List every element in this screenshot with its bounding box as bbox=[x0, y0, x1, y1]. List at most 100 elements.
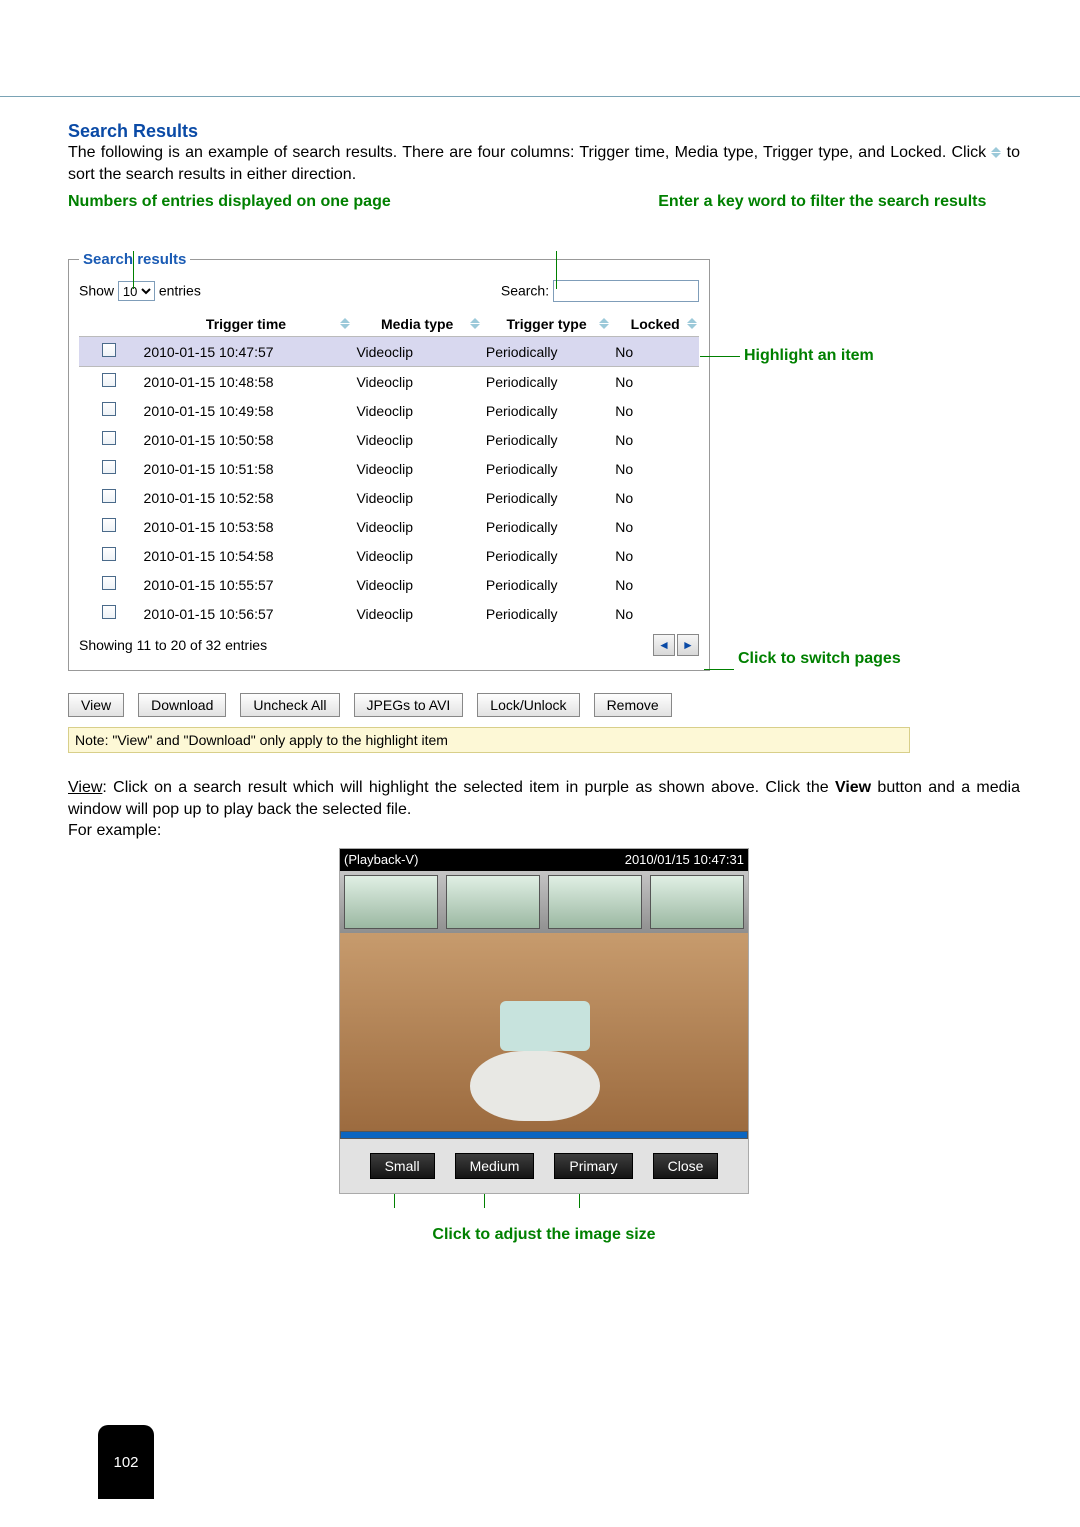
intro-paragraph: The following is an example of search re… bbox=[68, 142, 1020, 185]
table-row[interactable]: 2010-01-15 10:47:57VideoclipPeriodically… bbox=[79, 337, 699, 367]
pager: ◄ ► bbox=[653, 634, 699, 656]
annotation-entries-per-page: Numbers of entries displayed on one page bbox=[68, 193, 525, 211]
row-checkbox[interactable] bbox=[102, 460, 116, 474]
header-band bbox=[0, 0, 1080, 97]
next-page-button[interactable]: ► bbox=[677, 634, 699, 656]
cell-trigger-type: Periodically bbox=[482, 599, 611, 628]
view-bold: View bbox=[835, 779, 871, 796]
cell-locked: No bbox=[611, 425, 699, 454]
cell-trigger-time: 2010-01-15 10:54:58 bbox=[140, 541, 353, 570]
note-box: Note: "View" and "Download" only apply t… bbox=[68, 727, 910, 753]
row-checkbox[interactable] bbox=[102, 605, 116, 619]
player-close-button[interactable]: Close bbox=[653, 1153, 719, 1179]
cell-media-type: Videoclip bbox=[352, 337, 481, 367]
table-row[interactable]: 2010-01-15 10:54:58VideoclipPeriodically… bbox=[79, 541, 699, 570]
connector-line bbox=[704, 669, 734, 670]
section-heading: Search Results bbox=[68, 121, 1020, 142]
row-checkbox[interactable] bbox=[102, 576, 116, 590]
cell-media-type: Videoclip bbox=[352, 367, 481, 397]
annotation-switch-pages: Click to switch pages bbox=[738, 649, 958, 668]
intro-text-a: The following is an example of search re… bbox=[68, 144, 991, 161]
col-checkbox bbox=[79, 312, 140, 337]
cell-media-type: Videoclip bbox=[352, 454, 481, 483]
cell-media-type: Videoclip bbox=[352, 599, 481, 628]
row-checkbox[interactable] bbox=[102, 431, 116, 445]
player-label: (Playback-V) bbox=[340, 852, 625, 867]
show-label: Show bbox=[79, 283, 114, 299]
col-media-type[interactable]: Media type bbox=[352, 312, 481, 337]
view-paragraph: View: Click on a search result which wil… bbox=[68, 777, 1020, 842]
player-progress-bar[interactable] bbox=[340, 1131, 748, 1139]
player-medium-button[interactable]: Medium bbox=[455, 1153, 535, 1179]
cell-media-type: Videoclip bbox=[352, 425, 481, 454]
cell-trigger-type: Periodically bbox=[482, 483, 611, 512]
row-checkbox[interactable] bbox=[102, 489, 116, 503]
row-checkbox[interactable] bbox=[102, 373, 116, 387]
player-primary-button[interactable]: Primary bbox=[554, 1153, 632, 1179]
connector-line bbox=[556, 251, 557, 289]
col-trigger-type[interactable]: Trigger type bbox=[482, 312, 611, 337]
annotation-image-size: Click to adjust the image size bbox=[68, 1226, 1020, 1244]
connector-line bbox=[700, 356, 740, 357]
cell-trigger-time: 2010-01-15 10:53:58 bbox=[140, 512, 353, 541]
table-row[interactable]: 2010-01-15 10:53:58VideoclipPeriodically… bbox=[79, 512, 699, 541]
row-checkbox[interactable] bbox=[102, 518, 116, 532]
col-trigger-time[interactable]: Trigger time bbox=[140, 312, 353, 337]
cell-trigger-time: 2010-01-15 10:56:57 bbox=[140, 599, 353, 628]
sort-icon bbox=[991, 147, 1001, 158]
table-row[interactable]: 2010-01-15 10:56:57VideoclipPeriodically… bbox=[79, 599, 699, 628]
cell-locked: No bbox=[611, 454, 699, 483]
cell-trigger-time: 2010-01-15 10:47:57 bbox=[140, 337, 353, 367]
col-locked[interactable]: Locked bbox=[611, 312, 699, 337]
prev-page-button[interactable]: ◄ bbox=[653, 634, 675, 656]
sort-icon bbox=[687, 318, 697, 329]
table-row[interactable]: 2010-01-15 10:51:58VideoclipPeriodically… bbox=[79, 454, 699, 483]
table-row[interactable]: 2010-01-15 10:55:57VideoclipPeriodically… bbox=[79, 570, 699, 599]
cell-trigger-time: 2010-01-15 10:51:58 bbox=[140, 454, 353, 483]
entries-label: entries bbox=[159, 283, 201, 299]
cell-trigger-time: 2010-01-15 10:55:57 bbox=[140, 570, 353, 599]
remove-button[interactable]: Remove bbox=[594, 693, 672, 717]
table-row[interactable]: 2010-01-15 10:48:58VideoclipPeriodically… bbox=[79, 367, 699, 397]
media-player: (Playback-V) 2010/01/15 10:47:31 Small M… bbox=[339, 848, 749, 1194]
view-button[interactable]: View bbox=[68, 693, 124, 717]
cell-media-type: Videoclip bbox=[352, 483, 481, 512]
cell-media-type: Videoclip bbox=[352, 396, 481, 425]
table-row[interactable]: 2010-01-15 10:49:58VideoclipPeriodically… bbox=[79, 396, 699, 425]
table-row[interactable]: 2010-01-15 10:50:58VideoclipPeriodically… bbox=[79, 425, 699, 454]
cell-trigger-type: Periodically bbox=[482, 512, 611, 541]
page-size-select[interactable]: 10 bbox=[118, 281, 155, 301]
cell-locked: No bbox=[611, 570, 699, 599]
sort-icon bbox=[470, 318, 480, 329]
status-text: Showing 11 to 20 of 32 entries bbox=[79, 637, 267, 653]
search-input[interactable] bbox=[553, 280, 699, 302]
download-button[interactable]: Download bbox=[138, 693, 226, 717]
connector-line bbox=[133, 251, 134, 289]
cell-trigger-type: Periodically bbox=[482, 396, 611, 425]
player-small-button[interactable]: Small bbox=[370, 1153, 435, 1179]
jpegs-to-avi-button[interactable]: JPEGs to AVI bbox=[354, 693, 464, 717]
row-checkbox[interactable] bbox=[102, 402, 116, 416]
cell-trigger-type: Periodically bbox=[482, 541, 611, 570]
cell-media-type: Videoclip bbox=[352, 541, 481, 570]
cell-media-type: Videoclip bbox=[352, 512, 481, 541]
sort-icon bbox=[599, 318, 609, 329]
view-underline: View bbox=[68, 779, 102, 796]
cell-trigger-time: 2010-01-15 10:49:58 bbox=[140, 396, 353, 425]
cell-trigger-type: Periodically bbox=[482, 425, 611, 454]
player-timestamp: 2010/01/15 10:47:31 bbox=[625, 852, 748, 867]
player-video-frame bbox=[340, 871, 748, 1131]
table-row[interactable]: 2010-01-15 10:52:58VideoclipPeriodically… bbox=[79, 483, 699, 512]
row-checkbox[interactable] bbox=[102, 547, 116, 561]
search-results-fieldset: Search results Show 10 entries Search: bbox=[68, 251, 710, 671]
fieldset-legend: Search results bbox=[79, 251, 190, 268]
row-checkbox[interactable] bbox=[102, 343, 116, 357]
annotation-highlight-item: Highlight an item bbox=[744, 346, 964, 365]
page-number: 102 bbox=[98, 1425, 154, 1499]
uncheck-all-button[interactable]: Uncheck All bbox=[240, 693, 339, 717]
cell-locked: No bbox=[611, 367, 699, 397]
cell-trigger-time: 2010-01-15 10:50:58 bbox=[140, 425, 353, 454]
results-table: Trigger time Media type Trigger type Loc… bbox=[79, 312, 699, 628]
search-label: Search: bbox=[501, 283, 549, 299]
lock-unlock-button[interactable]: Lock/Unlock bbox=[477, 693, 579, 717]
